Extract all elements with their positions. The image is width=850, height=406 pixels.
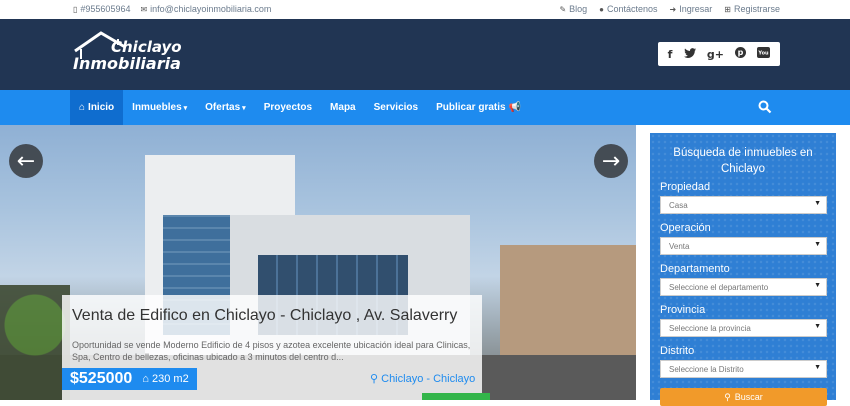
- top-bar: ▯ #955605964 ✉ info@chiclayoinmobiliaria…: [0, 0, 850, 19]
- nav-label-mapa: Mapa: [330, 102, 356, 113]
- listing-location-text: Chiclayo - Chiclayo: [381, 373, 476, 385]
- login-link[interactable]: ➜ Ingresar: [670, 4, 713, 14]
- facebook-icon[interactable]: f: [668, 48, 673, 61]
- search-button-label: Buscar: [734, 392, 763, 402]
- contact-label: Contáctenos: [607, 4, 658, 14]
- home-icon: ⌂: [79, 102, 86, 113]
- pinterest-icon[interactable]: p: [735, 47, 747, 61]
- edit-icon: ✎: [559, 4, 567, 14]
- home-icon: ⌂: [142, 373, 149, 385]
- next-slide-button[interactable]: →: [594, 144, 628, 178]
- departamento-select[interactable]: Seleccione el departamento ▼: [660, 278, 827, 296]
- search-panel-title: Búsqueda de inmuebles en Chiclayo: [673, 147, 813, 175]
- nav-item-inicio[interactable]: ⌂ Inicio: [70, 90, 124, 125]
- register-label: Registrarse: [733, 4, 780, 14]
- arrow-right-icon: →: [601, 148, 621, 174]
- dropdown-arrow-icon: ▼: [814, 241, 821, 248]
- nav-item-inmuebles[interactable]: Inmuebles ▾: [123, 90, 196, 125]
- operacion-select[interactable]: Venta ▼: [660, 237, 827, 255]
- nav-item-ofertas[interactable]: Ofertas ▾: [196, 90, 255, 125]
- nav-label-proyectos: Proyectos: [263, 102, 313, 113]
- main-nav: ⌂ Inicio Inmuebles ▾ Ofertas ▾ Proyectos…: [0, 90, 850, 125]
- social-links: f g+ p You: [658, 42, 780, 66]
- email-text: info@chiclayoinmobiliaria.com: [150, 4, 272, 14]
- login-label: Ingresar: [679, 4, 713, 14]
- search-icon: ⚲: [724, 391, 731, 402]
- price-badge: $525000 ⌂ 230 m2: [62, 368, 197, 390]
- caret-down-icon: ▾: [183, 104, 188, 112]
- departamento-label: Departamento: [660, 263, 730, 275]
- blog-label: Blog: [569, 4, 588, 14]
- propiedad-select[interactable]: Casa ▼: [660, 196, 827, 214]
- departamento-value: Seleccione el departamento: [669, 282, 769, 292]
- mobile-icon: ▯: [73, 4, 78, 14]
- operacion-value: Venta: [669, 241, 690, 251]
- caret-down-icon: ▾: [242, 104, 246, 112]
- contact-link[interactable]: ● Contáctenos: [599, 4, 657, 14]
- arrow-left-icon: ←: [16, 148, 36, 174]
- dropdown-arrow-icon: ▼: [814, 282, 821, 289]
- listing-card[interactable]: Venta de Edifico en Chiclayo - Chiclayo …: [62, 295, 490, 400]
- svg-text:p: p: [738, 48, 744, 57]
- google-plus-icon[interactable]: g+: [707, 48, 724, 61]
- sign-in-icon: ➜: [669, 4, 677, 14]
- hero-image-tree: [0, 285, 70, 400]
- property-search-panel: Búsqueda de inmuebles en Chiclayo Propie…: [650, 133, 836, 406]
- details-button[interactable]: [422, 393, 490, 400]
- bullhorn-icon: 📢: [508, 102, 522, 113]
- hero-slider: ← → Venta de Edifico en Chiclayo - Chicl…: [0, 125, 636, 400]
- dropdown-arrow-icon: ▼: [814, 364, 821, 371]
- nav-label-inmuebles: Inmuebles: [132, 102, 182, 113]
- twitter-icon[interactable]: [683, 47, 696, 61]
- site-header: Chiclayo Inmobiliaria f g+ p You: [0, 19, 850, 90]
- distrito-select[interactable]: Seleccione la Distrito ▼: [660, 360, 827, 378]
- listing-area-value: 230 m2: [152, 373, 189, 385]
- nav-label-inicio: Inicio: [88, 102, 115, 113]
- listing-title[interactable]: Venta de Edifico en Chiclayo - Chiclayo …: [72, 307, 457, 325]
- logo-line2: Inmobiliaria: [73, 54, 181, 73]
- distrito-label: Distrito: [660, 345, 695, 357]
- svg-text:You: You: [758, 51, 770, 57]
- dropdown-arrow-icon: ▼: [814, 323, 821, 330]
- listing-location: ⚲ Chiclayo - Chiclayo: [370, 372, 475, 385]
- nav-item-servicios[interactable]: Servicios: [365, 90, 427, 125]
- register-link[interactable]: ⊞ Registrarse: [724, 4, 780, 14]
- site-logo[interactable]: Chiclayo Inmobiliaria: [73, 29, 203, 79]
- nav-label-publicar: Publicar gratis: [436, 102, 506, 113]
- provincia-select[interactable]: Seleccione la provincia ▼: [660, 319, 827, 337]
- map-marker-icon: ⚲: [370, 373, 379, 385]
- provincia-label: Provincia: [660, 304, 706, 316]
- blog-link[interactable]: ✎ Blog: [559, 4, 587, 14]
- email-contact[interactable]: ✉ info@chiclayoinmobiliaria.com: [140, 4, 271, 14]
- user-icon: ●: [599, 4, 604, 14]
- search-button[interactable]: ⚲ Buscar: [660, 388, 827, 406]
- plus-square-icon: ⊞: [724, 4, 731, 14]
- operacion-label: Operación: [660, 222, 711, 234]
- search-icon[interactable]: [758, 100, 772, 114]
- phone-text: #955605964: [80, 4, 131, 14]
- propiedad-label: Propiedad: [660, 181, 711, 193]
- listing-area: ⌂ 230 m2: [142, 373, 188, 385]
- propiedad-value: Casa: [669, 200, 688, 210]
- envelope-icon: ✉: [140, 4, 148, 14]
- dropdown-arrow-icon: ▼: [814, 200, 821, 207]
- nav-label-servicios: Servicios: [373, 102, 419, 113]
- nav-item-publicar-gratis[interactable]: Publicar gratis 📢: [427, 90, 530, 125]
- nav-label-ofertas: Ofertas: [205, 102, 241, 113]
- distrito-value: Seleccione la Distrito: [669, 364, 744, 374]
- nav-item-proyectos[interactable]: Proyectos: [255, 90, 321, 125]
- youtube-icon[interactable]: You: [757, 47, 771, 61]
- nav-item-mapa[interactable]: Mapa: [321, 90, 365, 125]
- phone-contact[interactable]: ▯ #955605964: [73, 4, 130, 14]
- listing-description: Oportunidad se vende Moderno Edificio de…: [72, 340, 471, 362]
- listing-price: $525000: [70, 370, 133, 387]
- prev-slide-button[interactable]: ←: [9, 144, 43, 178]
- provincia-value: Seleccione la provincia: [669, 323, 751, 333]
